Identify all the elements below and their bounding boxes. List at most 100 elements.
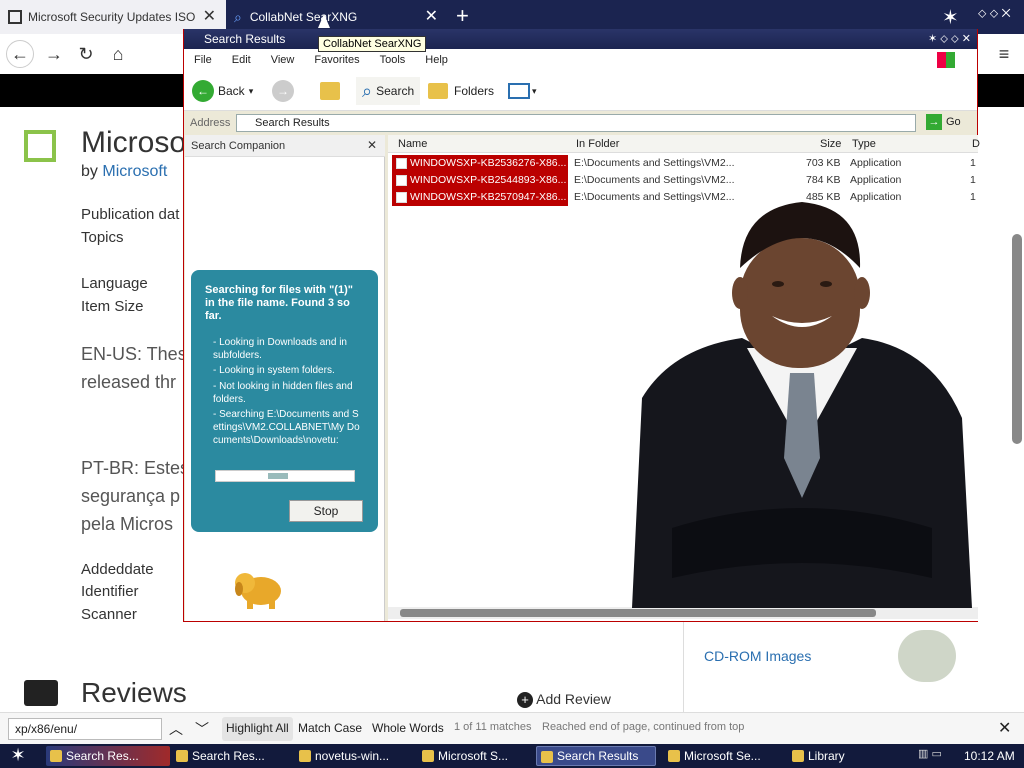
taskbar-item[interactable]: novetus-win...: [295, 746, 415, 766]
description-en: released thr: [81, 372, 177, 392]
results-column-header: Name In Folder Size Type D: [388, 135, 980, 153]
description-pt: PT-BR: Estes: [81, 458, 190, 478]
taskbar-label: Search Results: [557, 749, 639, 763]
add-review-button[interactable]: + Add Review: [517, 691, 611, 708]
menu-tools[interactable]: Tools: [380, 54, 406, 66]
xp-menu-bar: File Edit View Favorites Tools Help: [184, 49, 977, 71]
companion-title: Search Companion: [191, 140, 286, 152]
taskbar: ✶ Search Res... Search Res... novetus-wi…: [0, 744, 1024, 768]
col-type[interactable]: Type: [852, 138, 876, 150]
cdrom-thumbnail[interactable]: [898, 630, 956, 682]
match-count: 1 of 11 matches: [454, 721, 532, 733]
xp-title-bar[interactable]: Search Results ✶ ⬦ ⬦ ✕: [184, 29, 977, 49]
back-arrow-icon[interactable]: ←: [6, 40, 34, 68]
taskbar-label: Search Res...: [192, 749, 265, 763]
folders-button[interactable]: Folders: [428, 77, 494, 105]
forward-button[interactable]: →: [272, 77, 294, 105]
menu-file[interactable]: File: [194, 54, 212, 66]
highlight-all-button[interactable]: Highlight All: [222, 717, 293, 741]
description-en: EN-US: Thes: [81, 344, 187, 364]
app-icon: [50, 750, 62, 762]
taskbar-item[interactable]: Search Res...: [46, 746, 170, 766]
taskbar-label: Search Res...: [66, 749, 139, 763]
taskbar-item[interactable]: Microsoft S...: [418, 746, 530, 766]
find-input[interactable]: xp/x86/enu/: [8, 718, 162, 740]
menu-icon[interactable]: ≡: [990, 40, 1018, 68]
close-find-icon[interactable]: ✕: [998, 718, 1011, 738]
new-tab-button[interactable]: +: [456, 4, 469, 28]
companion-header: Search Companion ✕: [185, 135, 385, 157]
author-link[interactable]: Microsoft: [102, 163, 167, 180]
comment-icon: [24, 680, 58, 706]
col-in-folder[interactable]: In Folder: [576, 138, 619, 150]
stop-button[interactable]: Stop: [289, 500, 363, 522]
views-button[interactable]: ▾: [508, 77, 537, 105]
bubble-heading: Searching for files with "(1)" in the fi…: [205, 284, 353, 322]
dropdown-icon: ▾: [532, 85, 537, 96]
horizontal-scrollbar[interactable]: [388, 607, 978, 619]
scroll-thumb[interactable]: [400, 609, 876, 617]
reviews-title: Reviews: [81, 677, 187, 708]
col-date[interactable]: D: [972, 138, 980, 150]
description-pt: segurança p: [81, 486, 181, 506]
taskbar-item[interactable]: Search Res...: [172, 746, 292, 766]
folder-cell: E:\Documents and Settings\VM2...: [574, 174, 735, 186]
address-field[interactable]: Search Results: [236, 114, 916, 132]
byline: by Microsoft: [81, 163, 167, 181]
find-bar: xp/x86/enu/ ︿ ﹀ Highlight All Match Case…: [0, 712, 1024, 744]
start-button[interactable]: ✶: [6, 745, 30, 767]
progress-bar: [215, 470, 355, 482]
menu-help[interactable]: Help: [425, 54, 448, 66]
taskbar-label: Microsoft Se...: [684, 749, 761, 763]
window-controls[interactable]: ✶ ⬦ ⬦ ✕: [928, 32, 971, 46]
close-tab-icon[interactable]: ✕: [203, 9, 216, 25]
search-dog-icon: [229, 553, 289, 613]
reload-icon[interactable]: ↻: [72, 40, 100, 68]
tray-icon[interactable]: ▥ ▭: [918, 747, 948, 765]
meta-label: Item Size: [81, 298, 144, 315]
forward-arrow-icon[interactable]: →: [40, 40, 68, 68]
forward-arrow-icon: →: [272, 80, 294, 102]
taskbar-item[interactable]: Library: [788, 746, 888, 766]
stop-label: Stop: [313, 504, 339, 518]
close-icon[interactable]: ✕: [367, 138, 377, 152]
go-button[interactable]: → Go: [926, 114, 961, 130]
folder-cell: E:\Documents and Settings\VM2...: [574, 157, 735, 169]
search-app-icon: [541, 751, 553, 763]
bubble-item: - Not looking in hidden files and folder…: [213, 381, 353, 405]
taskbar-label: novetus-win...: [315, 749, 390, 763]
clock[interactable]: 10:12 AM: [964, 749, 1015, 763]
menu-favorites[interactable]: Favorites: [314, 54, 359, 66]
search-label: Search: [376, 84, 415, 98]
search-button[interactable]: ⌕ Search: [356, 77, 421, 105]
meta-label: Scanner: [81, 606, 137, 623]
col-name[interactable]: Name: [398, 138, 427, 150]
taskbar-label: Microsoft S...: [438, 749, 509, 763]
folder-icon: [422, 750, 434, 762]
match-case-button[interactable]: Match Case: [298, 721, 362, 735]
plus-circle-icon: +: [517, 692, 533, 708]
find-previous-icon[interactable]: ︿: [166, 719, 186, 739]
col-size[interactable]: Size: [820, 138, 841, 150]
menu-view[interactable]: View: [271, 54, 295, 66]
xp-address-bar: Address Search Results → Go: [184, 112, 977, 134]
result-row[interactable]: WINDOWSXP-KB2536276-X86... E:\Documents …: [390, 155, 976, 172]
menu-edit[interactable]: Edit: [232, 54, 251, 66]
whole-words-button[interactable]: Whole Words: [372, 721, 444, 735]
highlight-all-label: Highlight All: [226, 721, 289, 735]
find-status: Reached end of page, continued from top: [542, 721, 745, 733]
search-icon: ⌕: [234, 8, 242, 25]
window-title: Search Results: [204, 32, 286, 46]
taskbar-item-active[interactable]: Search Results: [536, 746, 656, 766]
close-tab-icon[interactable]: ✕: [425, 9, 438, 25]
result-row[interactable]: WINDOWSXP-KB2544893-X86... E:\Documents …: [390, 172, 976, 189]
taskbar-item[interactable]: Microsoft Se...: [664, 746, 784, 766]
back-button[interactable]: ← Back ▾: [192, 77, 253, 105]
cdrom-images-link[interactable]: CD-ROM Images: [704, 648, 811, 664]
bubble-item: - Looking in Downloads and in subfolders…: [213, 337, 347, 361]
page-scrollbar[interactable]: [1012, 234, 1022, 444]
find-next-icon[interactable]: ﹀: [192, 719, 212, 739]
home-icon[interactable]: ⌂: [104, 40, 132, 68]
up-folder-button[interactable]: [320, 77, 340, 105]
size-cell: 703 KB: [806, 157, 841, 169]
